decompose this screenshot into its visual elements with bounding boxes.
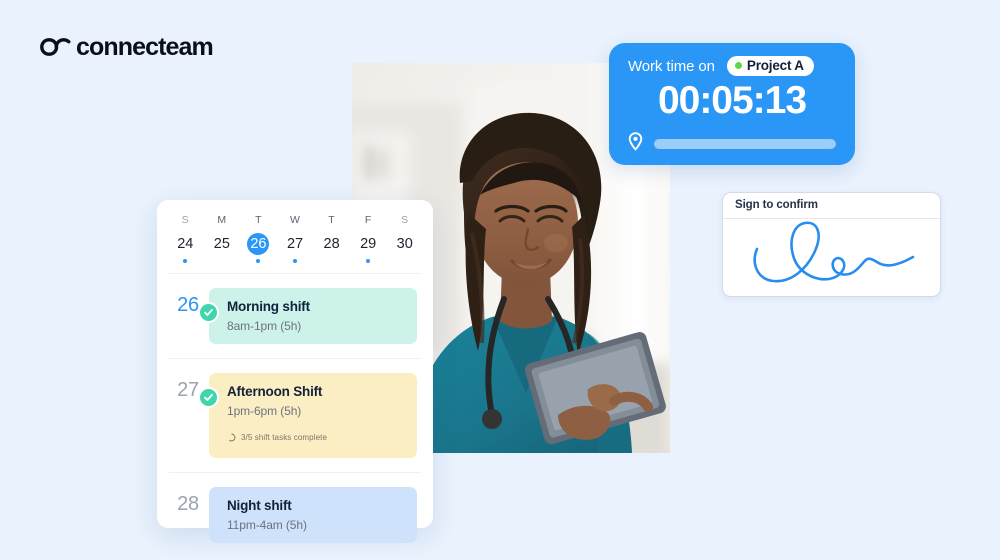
day-number: 27 (286, 236, 304, 252)
shift-row-date: 28 (177, 492, 199, 515)
shift-tasks-row: 3/5 shift tasks complete (227, 429, 403, 447)
brand-name: connecteam (76, 32, 214, 61)
location-progress-bar (654, 138, 836, 149)
day-letter: S (181, 214, 189, 226)
signature-canvas[interactable] (723, 219, 940, 289)
day-number-selected: 26 (247, 233, 270, 255)
day-column-28[interactable]: T 28 (313, 214, 350, 263)
day-event-dot (256, 259, 261, 263)
shift-card-afternoon[interactable]: Afternoon Shift 1pm-6pm (5h) 3/5 shift t… (198, 372, 417, 458)
schedule-calendar-card[interactable]: S 24 M 25 T 26 W 27 T 28 F 29 S 30 26 Mo… (157, 200, 433, 543)
shift-tasks-label: 3/5 shift tasks complete (241, 433, 327, 443)
shift-card-night[interactable]: Night shift 11pm-4am (5h) (209, 486, 417, 543)
page-canvas: connecteam Work time on Project A 00:05:… (0, 0, 1000, 560)
day-number: 24 (177, 236, 194, 252)
shift-row-afternoon[interactable]: 27 Afternoon Shift 1pm-6pm (5h) 3/5 shif… (157, 359, 433, 472)
shift-time: 11pm-4am (5h) (227, 517, 307, 532)
day-event-dot (293, 259, 298, 263)
day-event-dot (366, 259, 371, 263)
day-column-26[interactable]: T 26 (240, 214, 277, 263)
day-letter: T (328, 214, 335, 226)
shift-row-night[interactable]: 28 Night shift 11pm-4am (5h) (157, 473, 433, 557)
day-column-27[interactable]: W 27 (277, 214, 314, 263)
signature-card[interactable]: Sign to confirm (722, 192, 941, 297)
shift-confirmed-check-icon (198, 386, 219, 408)
week-strip: S 24 M 25 T 26 W 27 T 28 F 29 S 30 (157, 214, 433, 263)
shift-row-morning[interactable]: 26 Morning shift 8am-1pm (5h) (157, 274, 433, 358)
project-name-label: Project A (746, 58, 804, 73)
day-column-24[interactable]: S 24 (167, 214, 204, 263)
day-letter: T (255, 214, 262, 226)
shift-title: Afternoon Shift (227, 383, 323, 399)
location-row (628, 132, 836, 156)
task-progress-ring-icon (227, 429, 236, 447)
shift-confirmed-check-icon (198, 302, 219, 323)
day-event-dot (183, 259, 188, 263)
shift-title: Morning shift (227, 299, 310, 314)
day-column-30[interactable]: S 30 (386, 214, 423, 263)
signature-title: Sign to confirm (723, 193, 940, 219)
shift-title: Night shift (227, 497, 292, 513)
project-status-dot (734, 62, 742, 69)
day-letter: W (289, 214, 301, 226)
work-time-card[interactable]: Work time on Project A 00:05:13 (609, 43, 855, 165)
day-number: 30 (396, 236, 413, 252)
day-number: 29 (360, 236, 377, 252)
day-column-29[interactable]: F 29 (350, 214, 387, 263)
map-pin-icon (628, 132, 643, 156)
day-column-25[interactable]: M 25 (204, 214, 241, 263)
shift-time: 8am-1pm (5h) (227, 318, 302, 333)
work-time-label: Work time on (628, 57, 715, 75)
connecteam-logo: connecteam (40, 32, 214, 61)
shift-card-morning[interactable]: Morning shift 8am-1pm (5h) (198, 288, 417, 344)
day-number: 25 (213, 236, 230, 252)
work-time-header: Work time on Project A (628, 56, 836, 76)
shift-time: 1pm-6pm (5h) (227, 403, 302, 418)
day-number: 28 (323, 236, 340, 252)
infinity-loop-icon (40, 34, 74, 60)
day-letter: M (217, 214, 227, 226)
day-letter: F (364, 214, 372, 226)
timer-display: 00:05:13 (657, 79, 807, 122)
project-selector-pill[interactable]: Project A (726, 56, 814, 76)
day-letter: S (401, 214, 409, 226)
